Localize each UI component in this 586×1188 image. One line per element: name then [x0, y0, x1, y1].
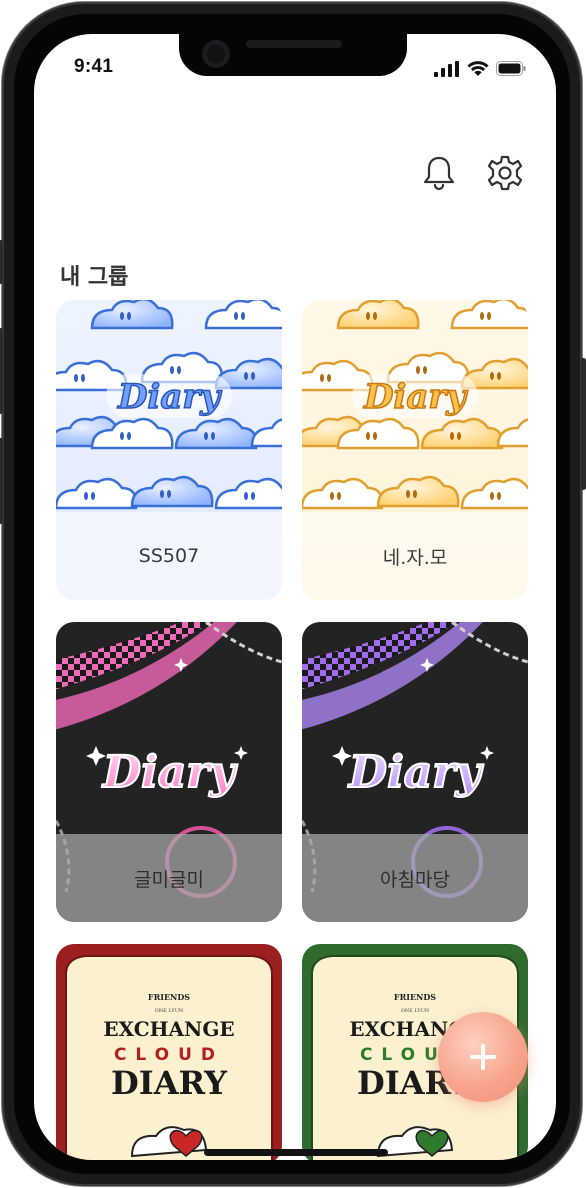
group-card-exchange-red[interactable]: FRIENDS ONE LYUN EXCHANGE CLOUD DIARY [56, 944, 282, 1160]
group-card-achimmadang[interactable]: Diary 아침마당 [302, 622, 528, 922]
gear-icon [487, 155, 523, 191]
app-screen: 9:41 내 그룹 Diary SS507 Diary 네.자.모 Diary … [34, 34, 556, 1160]
svg-text:Diary: Diary [363, 377, 468, 417]
signal-icon [434, 60, 459, 77]
battery-icon [496, 61, 526, 76]
group-name: 글미글미 [56, 834, 282, 922]
home-indicator[interactable] [204, 1149, 388, 1156]
group-card-geulmigeulmi[interactable]: Diary 글미글미 [56, 622, 282, 922]
volume-up-button [0, 328, 3, 414]
settings-button[interactable] [484, 152, 526, 194]
bell-icon [423, 156, 455, 191]
group-name: 네.자.모 [302, 512, 528, 600]
volume-down-button [0, 438, 3, 524]
svg-text:FRIENDS: FRIENDS [394, 992, 436, 1002]
wifi-icon [467, 61, 489, 76]
svg-text:Diary: Diary [347, 747, 485, 798]
svg-text:Diary: Diary [101, 747, 239, 798]
svg-text:Diary: Diary [117, 377, 222, 417]
svg-text:CLOUD: CLOUD [114, 1045, 224, 1065]
phone-frame: 9:41 내 그룹 Diary SS507 Diary 네.자.모 Diary … [0, 2, 586, 1186]
svg-text:EXCHANGE: EXCHANGE [103, 1017, 234, 1041]
group-name: 아침마당 [302, 834, 528, 922]
group-name: SS507 [56, 512, 282, 600]
group-card-ss507[interactable]: Diary SS507 [56, 300, 282, 600]
status-icons [434, 60, 526, 77]
add-group-button[interactable] [438, 1012, 528, 1102]
plus-icon [470, 1044, 496, 1070]
status-bar: 9:41 [34, 34, 556, 100]
svg-text:ONE LYUN: ONE LYUN [401, 1008, 430, 1014]
cover-red-exchange-cloud-diary: FRIENDS ONE LYUN EXCHANGE CLOUD DIARY [56, 944, 282, 1160]
svg-text:FRIENDS: FRIENDS [148, 992, 190, 1002]
silent-switch [0, 240, 3, 284]
status-time: 9:41 [74, 56, 114, 77]
group-card-nejamo[interactable]: Diary 네.자.모 [302, 300, 528, 600]
section-title: 내 그룹 [60, 265, 129, 290]
svg-text:ONE LYUN: ONE LYUN [155, 1008, 184, 1014]
power-button [581, 358, 586, 490]
svg-text:DIARY: DIARY [111, 1064, 228, 1102]
notifications-button[interactable] [418, 152, 460, 194]
